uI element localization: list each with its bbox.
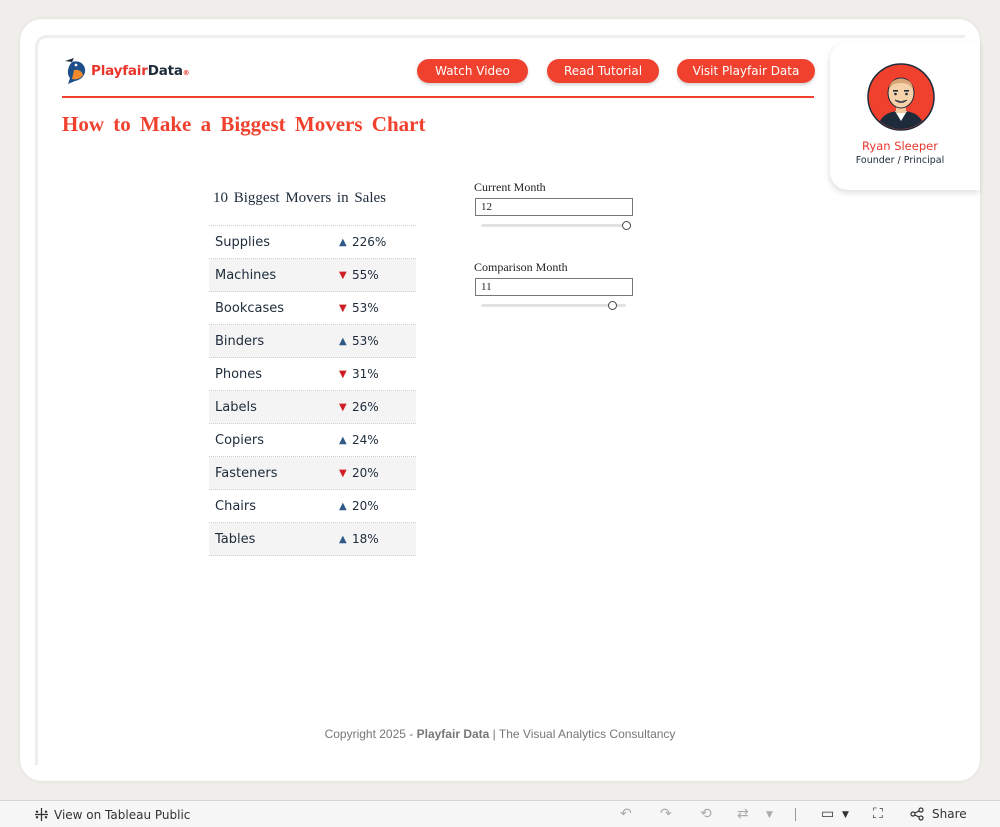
- change-value: 24%: [352, 433, 379, 447]
- chevron-down-icon[interactable]: ▼: [842, 810, 849, 820]
- change-cell: ▲ 226%: [339, 235, 386, 249]
- comparison-month-slider-track[interactable]: [481, 304, 626, 307]
- arrow-down-icon: ▼: [339, 467, 347, 479]
- logo-wordmark: PlayfairData®: [91, 63, 190, 79]
- arrow-up-icon: ▲: [339, 434, 347, 446]
- share-label: Share: [932, 807, 967, 821]
- share-icon: [910, 807, 924, 821]
- copyright-text: Copyright 2025 - Playfair Data | The Vis…: [324, 727, 676, 741]
- comparison-month-label: Comparison Month: [474, 260, 568, 274]
- table-row[interactable]: Bookcases ▼ 53%: [209, 292, 416, 325]
- change-cell: ▼ 20%: [339, 466, 379, 480]
- kingfisher-icon: [65, 58, 86, 84]
- profile-role: Founder / Principal: [855, 155, 945, 166]
- change-cell: ▲ 18%: [339, 532, 379, 546]
- playfair-data-logo[interactable]: PlayfairData®: [62, 57, 190, 85]
- biggest-movers-table: Supplies ▲ 226% Machines ▼ 55% Bookcases ▼…: [209, 225, 416, 556]
- category-label: Chairs: [215, 498, 257, 514]
- arrow-down-icon: ▼: [339, 401, 347, 413]
- watch-video-button[interactable]: Watch Video: [417, 59, 528, 83]
- arrow-up-icon: ▲: [339, 533, 347, 545]
- view-on-tableau-public-link[interactable]: View on Tableau Public: [34, 807, 190, 822]
- category-label: Binders: [215, 333, 265, 349]
- table-row[interactable]: Tables ▲ 18%: [209, 523, 416, 556]
- change-value: 26%: [352, 400, 379, 414]
- category-label: Fasteners: [215, 465, 278, 481]
- table-row[interactable]: Fasteners ▼ 20%: [209, 457, 416, 490]
- current-month-slider-thumb[interactable]: [621, 221, 631, 230]
- visit-playfair-data-button[interactable]: Visit Playfair Data: [677, 59, 815, 83]
- revert-icon[interactable]: ⟲: [700, 806, 712, 822]
- header-divider: [62, 96, 814, 98]
- current-month-slider-track[interactable]: [481, 224, 626, 227]
- current-month-label: Current Month: [474, 180, 546, 194]
- category-label: Tables: [215, 531, 256, 547]
- toolbar-divider: [795, 808, 796, 821]
- change-value: 55%: [352, 268, 379, 282]
- share-button[interactable]: Share: [910, 807, 967, 821]
- read-tutorial-button[interactable]: Read Tutorial: [547, 59, 659, 83]
- undo-icon[interactable]: ↶: [620, 806, 632, 822]
- change-cell: ▲ 53%: [339, 334, 379, 348]
- category-label: Labels: [215, 399, 257, 415]
- change-cell: ▼ 55%: [339, 268, 379, 282]
- category-label: Bookcases: [215, 300, 285, 316]
- avatar: [867, 63, 935, 131]
- tableau-toolbar: View on Tableau Public ↶ ↷ ⟲ ⇄ ▼ ▭ ▼ ⛶ S…: [0, 800, 1000, 827]
- change-cell: ▲ 20%: [339, 499, 379, 513]
- comparison-month-input[interactable]: 11: [475, 278, 633, 296]
- fullscreen-icon[interactable]: ⛶: [873, 806, 883, 822]
- change-value: 18%: [352, 532, 379, 546]
- profile-card[interactable]: Ryan Sleeper Founder / Principal: [830, 42, 980, 190]
- category-label: Machines: [215, 267, 277, 283]
- table-row[interactable]: Labels ▼ 26%: [209, 391, 416, 424]
- refresh-icon[interactable]: ⇄: [737, 806, 749, 822]
- category-label: Supplies: [215, 234, 270, 250]
- change-cell: ▲ 24%: [339, 433, 379, 447]
- table-row[interactable]: Phones ▼ 31%: [209, 358, 416, 391]
- current-month-input[interactable]: 12: [475, 198, 633, 216]
- table-row[interactable]: Copiers ▲ 24%: [209, 424, 416, 457]
- arrow-down-icon: ▼: [339, 368, 347, 380]
- change-cell: ▼ 53%: [339, 301, 379, 315]
- page-title: How to Make a Biggest Movers Chart: [62, 112, 426, 136]
- arrow-down-icon: ▼: [339, 269, 347, 281]
- arrow-up-icon: ▲: [339, 335, 347, 347]
- table-title: 10 Biggest Movers in Sales: [213, 190, 386, 206]
- table-row[interactable]: Supplies ▲ 226%: [209, 226, 416, 259]
- copyright-brand[interactable]: Playfair Data: [417, 727, 490, 741]
- tableau-icon: [35, 808, 48, 821]
- chevron-down-icon[interactable]: ▼: [766, 810, 773, 820]
- change-cell: ▼ 26%: [339, 400, 379, 414]
- change-value: 226%: [352, 235, 387, 249]
- category-label: Phones: [215, 366, 263, 382]
- view-on-tableau-public-label: View on Tableau Public: [54, 807, 191, 822]
- change-value: 20%: [352, 466, 379, 480]
- redo-icon[interactable]: ↷: [660, 806, 672, 822]
- arrow-down-icon: ▼: [339, 302, 347, 314]
- dashboard-inner-frame: [35, 35, 965, 765]
- profile-name: Ryan Sleeper: [862, 139, 938, 153]
- arrow-up-icon: ▲: [339, 236, 347, 248]
- change-value: 20%: [352, 499, 379, 513]
- device-preview-icon[interactable]: ▭: [821, 806, 834, 822]
- change-value: 53%: [352, 301, 379, 315]
- change-value: 53%: [352, 334, 379, 348]
- table-row[interactable]: Machines ▼ 55%: [209, 259, 416, 292]
- category-label: Copiers: [215, 432, 265, 448]
- change-value: 31%: [352, 367, 379, 381]
- table-row[interactable]: Chairs ▲ 20%: [209, 490, 416, 523]
- table-row[interactable]: Binders ▲ 53%: [209, 325, 416, 358]
- arrow-up-icon: ▲: [339, 500, 347, 512]
- change-cell: ▼ 31%: [339, 367, 379, 381]
